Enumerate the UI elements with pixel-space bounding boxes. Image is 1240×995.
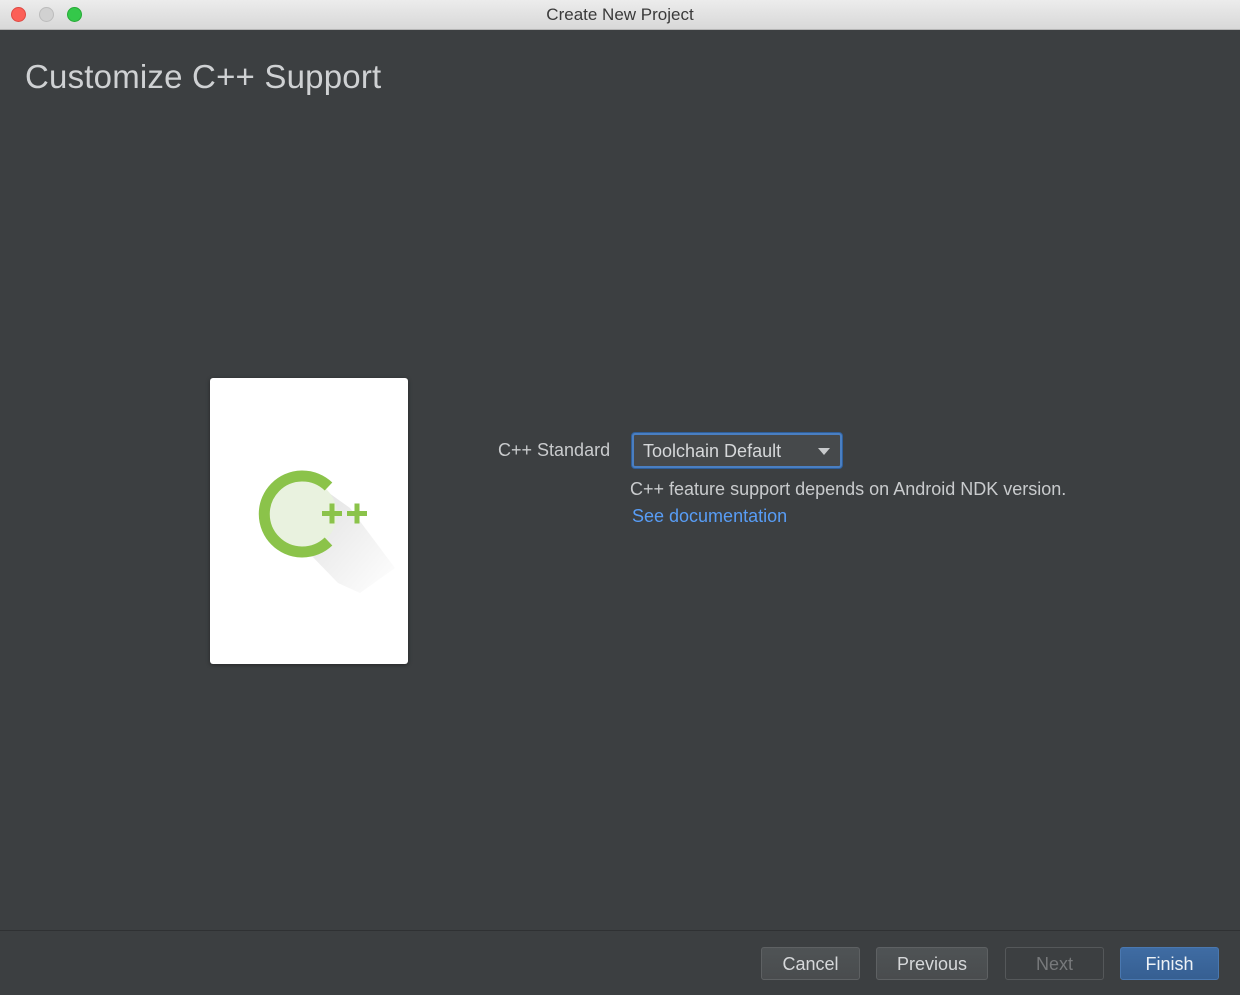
previous-button[interactable]: Previous <box>876 947 988 980</box>
ndk-support-hint: C++ feature support depends on Android N… <box>630 479 1067 499</box>
cpp-logo-icon <box>258 470 395 593</box>
title-bar: Create New Project <box>0 0 1240 30</box>
cpp-standard-selected-value: Toolchain Default <box>643 441 782 461</box>
footer-divider <box>0 930 1240 931</box>
page-title: Customize C++ Support <box>25 58 382 95</box>
chevron-down-icon <box>818 448 830 455</box>
cpp-standard-label: C++ Standard <box>498 440 611 460</box>
plus-2-v <box>354 503 360 524</box>
next-button: Next <box>1005 947 1104 980</box>
finish-button[interactable]: Finish <box>1120 947 1219 980</box>
plus-1-v <box>329 503 335 524</box>
cpp-standard-select[interactable]: Toolchain Default <box>632 433 842 468</box>
window-title: Create New Project <box>546 5 694 24</box>
see-documentation-link[interactable]: See documentation <box>632 506 787 527</box>
cpp-template-card <box>210 378 408 664</box>
create-project-window: Create New Project Customize C++ Support… <box>0 0 1240 995</box>
cancel-button[interactable]: Cancel <box>761 947 860 980</box>
